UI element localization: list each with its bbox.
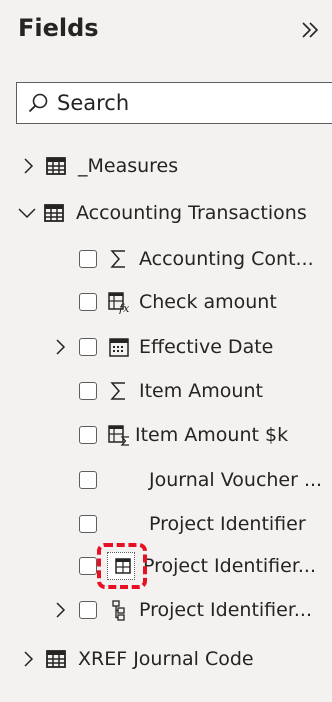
field-label: Effective Date	[139, 336, 274, 358]
table-row-accounting-transactions[interactable]: Accounting Transactions	[16, 194, 307, 232]
field-row[interactable]: Effective Date	[52, 328, 273, 366]
field-label: Project Identifier	[149, 513, 306, 535]
chevron-right-icon[interactable]	[20, 155, 38, 177]
pane-header: Fields	[0, 0, 332, 62]
field-row[interactable]: Accounting Cont...	[79, 240, 314, 278]
table-small-icon[interactable]	[111, 554, 135, 578]
chevron-right-icon[interactable]	[20, 648, 38, 670]
search-input[interactable]	[57, 89, 327, 117]
field-row[interactable]: Project Identifier...	[52, 591, 312, 629]
calculated-column-icon: fx	[107, 290, 131, 314]
table-name: _Measures	[78, 155, 179, 177]
svg-text:fx: fx	[118, 302, 130, 314]
field-row[interactable]: Project Identifier...	[79, 547, 316, 585]
search-box[interactable]	[16, 82, 332, 124]
double-chevron-right-icon	[302, 22, 319, 38]
pane-title: Fields	[18, 14, 99, 42]
field-row[interactable]: Item Amount	[79, 372, 263, 410]
field-checkbox[interactable]	[79, 557, 97, 575]
chevron-right-icon[interactable]	[52, 336, 70, 358]
field-label: Project Identifier...	[143, 555, 317, 577]
table-icon	[44, 647, 68, 671]
chevron-right-icon[interactable]	[52, 599, 70, 621]
field-row[interactable]: fx Check amount	[79, 283, 277, 321]
field-label: Item Amount	[139, 380, 263, 402]
field-checkbox[interactable]	[79, 471, 97, 489]
field-label: Item Amount $k	[135, 424, 289, 446]
field-checkbox[interactable]	[79, 382, 97, 400]
field-label: Check amount	[139, 291, 277, 313]
collapse-pane-button[interactable]	[296, 16, 324, 44]
field-label: Project Identifier...	[139, 599, 313, 621]
field-checkbox[interactable]	[79, 426, 97, 444]
calculated-sigma-icon	[107, 423, 131, 447]
table-icon	[42, 201, 66, 225]
calendar-icon	[107, 335, 131, 359]
search-icon	[28, 93, 48, 113]
field-checkbox[interactable]	[79, 338, 97, 356]
sigma-icon	[107, 247, 131, 271]
field-row[interactable]: Journal Voucher ...	[79, 461, 322, 499]
table-row-xref-journal-code[interactable]: XREF Journal Code	[20, 640, 254, 678]
field-label: Accounting Cont...	[139, 248, 314, 270]
fields-pane: Fields _Me	[0, 0, 332, 702]
chevron-down-icon[interactable]	[16, 202, 38, 224]
sigma-icon	[107, 379, 131, 403]
field-checkbox[interactable]	[79, 250, 97, 268]
table-name: XREF Journal Code	[78, 648, 254, 670]
hierarchy-icon	[107, 598, 131, 622]
field-checkbox[interactable]	[79, 515, 97, 533]
table-icon	[44, 154, 68, 178]
field-checkbox[interactable]	[79, 293, 97, 311]
table-row-measures[interactable]: _Measures	[20, 147, 178, 185]
field-checkbox[interactable]	[79, 601, 97, 619]
field-row[interactable]: Project Identifier	[79, 505, 306, 543]
table-name: Accounting Transactions	[76, 202, 307, 224]
field-row[interactable]: Item Amount $k	[79, 416, 288, 454]
field-label: Journal Voucher ...	[149, 469, 323, 491]
